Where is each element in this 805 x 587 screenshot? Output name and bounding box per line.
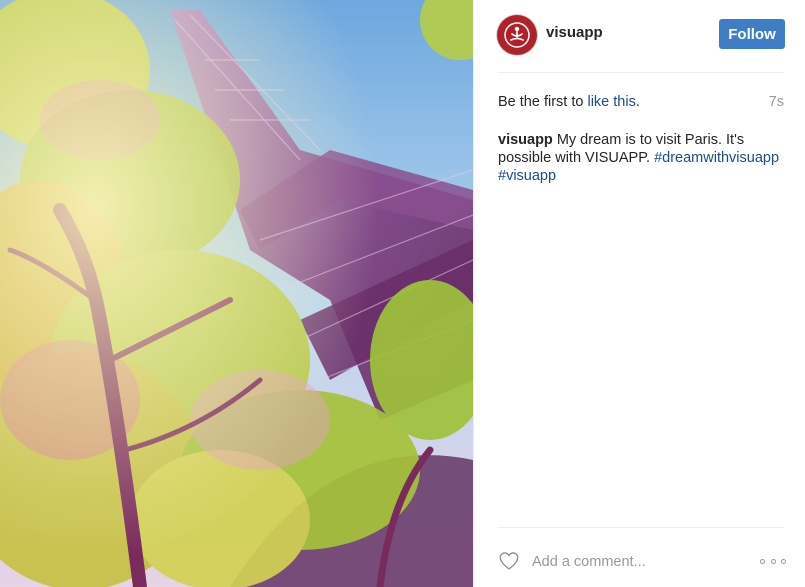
likes-prefix: Be the first to: [498, 94, 584, 110]
caption-username-link[interactable]: visuapp: [498, 132, 553, 148]
comment-input[interactable]: [532, 552, 722, 572]
dot-icon: [781, 558, 786, 564]
dot-icon: [770, 558, 776, 564]
post-timestamp[interactable]: 7s: [769, 94, 784, 110]
like-this-link[interactable]: like this: [587, 94, 635, 110]
dot-icon: [760, 558, 765, 564]
avatar[interactable]: [497, 15, 537, 55]
post-header: visuapp Follow: [474, 0, 805, 72]
post-photo[interactable]: [0, 0, 473, 587]
hashtag-link[interactable]: #dreamwithvisuapp: [654, 150, 779, 166]
more-options-icon[interactable]: [760, 552, 786, 570]
hashtag-link[interactable]: #visuapp: [498, 168, 556, 184]
post-caption: visuapp My dream is to visit Paris. It's…: [498, 131, 788, 185]
heart-icon[interactable]: [498, 550, 520, 572]
eiffel-tower-photo: [0, 0, 473, 587]
divider: [498, 527, 784, 528]
follow-button[interactable]: Follow: [719, 19, 785, 49]
post-sidebar: visuapp Follow Be the first to like this…: [473, 0, 805, 587]
divider: [498, 72, 784, 73]
meditation-figure-icon: [504, 22, 530, 48]
likes-text: Be the first to like this.: [498, 94, 640, 110]
username-link[interactable]: visuapp: [546, 24, 603, 41]
likes-suffix: .: [635, 94, 640, 110]
